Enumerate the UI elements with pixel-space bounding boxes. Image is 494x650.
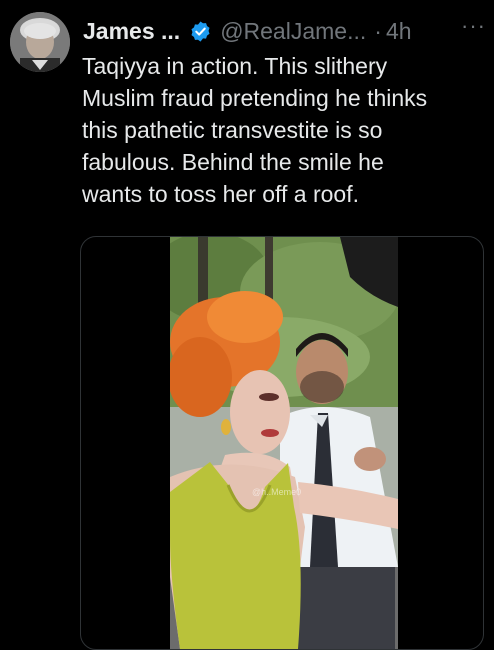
tweet-timestamp[interactable]: 4h bbox=[386, 18, 412, 45]
tweet-text-line: this pathetic transvestite is so bbox=[82, 117, 383, 143]
tweet-text-line: wants to toss her off a roof. bbox=[82, 181, 359, 207]
author-handle[interactable]: @RealJame... bbox=[220, 18, 366, 45]
tweet-text: Taqiyya in action. This slithery Muslim … bbox=[82, 50, 482, 210]
tweet-text-line: fabulous. Behind the smile he bbox=[82, 149, 384, 175]
header-separator: · bbox=[374, 17, 382, 44]
author-name[interactable]: James ... bbox=[83, 18, 180, 45]
tweet-media-video[interactable]: @h..Meme0 bbox=[80, 236, 484, 650]
video-still-image bbox=[170, 237, 398, 649]
video-frame: @h..Meme0 bbox=[170, 237, 398, 649]
video-watermark: @h..Meme0 bbox=[252, 487, 302, 497]
tweet-header: James ... @RealJame... · 4h ··· bbox=[83, 14, 486, 48]
verified-badge-icon bbox=[191, 20, 210, 42]
tweet-card[interactable]: James ... @RealJame... · 4h ··· Taqiyya … bbox=[0, 0, 494, 650]
more-options-icon[interactable]: ··· bbox=[461, 15, 486, 47]
tweet-text-line: Muslim fraud pretending he thinks bbox=[82, 85, 428, 111]
author-avatar[interactable] bbox=[10, 12, 70, 72]
tweet-text-line: Taqiyya in action. This slithery bbox=[82, 53, 388, 79]
